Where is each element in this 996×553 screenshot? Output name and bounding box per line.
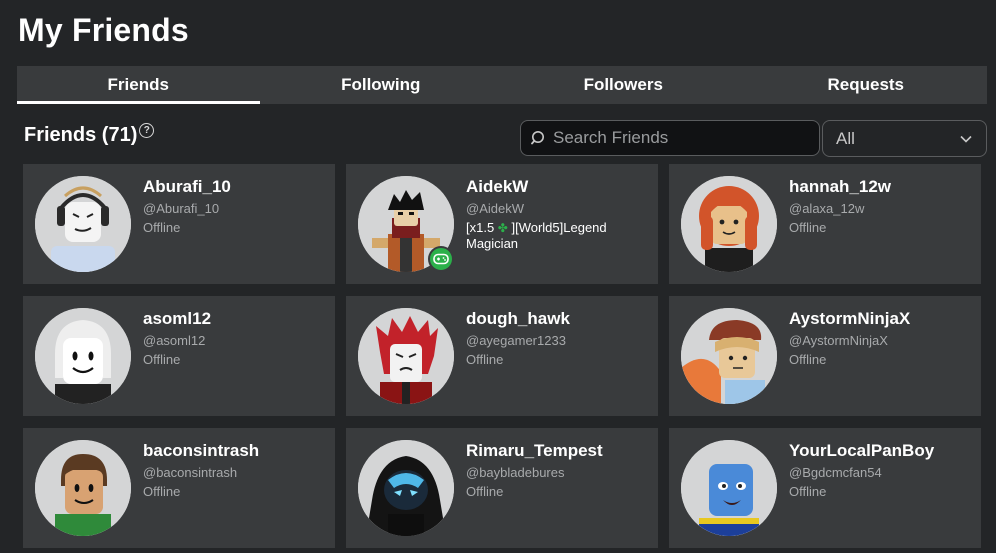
filter-selected: All	[836, 128, 855, 148]
game-status-prefix: [x1.5	[466, 220, 498, 235]
friend-status: Offline	[143, 220, 181, 235]
avatar	[35, 176, 131, 272]
friend-name[interactable]: YourLocalPanBoy	[789, 441, 934, 461]
friend-name[interactable]: baconsintrash	[143, 441, 259, 461]
tab-following[interactable]: Following	[260, 66, 503, 104]
avatar	[35, 440, 131, 536]
friend-handle: @Bgdcmcfan54	[789, 465, 882, 480]
friend-handle: @asoml12	[143, 333, 206, 348]
friend-status: Offline	[789, 352, 827, 367]
friend-card[interactable]: YourLocalPanBoy @Bgdcmcfan54 Offline	[669, 428, 981, 548]
avatar	[358, 440, 454, 536]
friend-status: Offline	[789, 220, 827, 235]
gamepad-icon	[433, 253, 449, 265]
friends-tabs: Friends Following Followers Requests	[17, 66, 987, 104]
friend-handle: @AystormNinjaX	[789, 333, 888, 348]
section-title: Friends (71)	[24, 124, 138, 146]
friend-name[interactable]: AidekW	[466, 177, 528, 197]
friend-card[interactable]: asoml12 @asoml12 Offline	[23, 296, 335, 416]
friend-name[interactable]: AystormNinjaX	[789, 309, 910, 329]
friend-card[interactable]: Rimaru_Tempest @baybladebures Offline	[346, 428, 658, 548]
friend-status: Offline	[143, 484, 181, 499]
tab-friends[interactable]: Friends	[17, 66, 260, 104]
friend-status: Offline	[143, 352, 181, 367]
avatar	[681, 308, 777, 404]
friend-card[interactable]: AidekW @AidekW [x1.5 ✤ ][World5]Legend M…	[346, 164, 658, 284]
friend-handle: @Aburafi_10	[143, 201, 220, 216]
tab-followers[interactable]: Followers	[502, 66, 745, 104]
avatar	[358, 308, 454, 404]
avatar	[681, 176, 777, 272]
avatar	[681, 440, 777, 536]
search-input[interactable]	[553, 128, 803, 148]
filter-dropdown[interactable]: All	[822, 120, 987, 157]
friend-card[interactable]: dough_hawk @ayegamer1233 Offline	[346, 296, 658, 416]
friend-name[interactable]: hannah_12w	[789, 177, 891, 197]
friend-handle: @ayegamer1233	[466, 333, 566, 348]
avatar	[35, 308, 131, 404]
friend-status: Offline	[466, 352, 504, 367]
friend-name[interactable]: dough_hawk	[466, 309, 570, 329]
chevron-down-icon	[960, 135, 972, 143]
search-box[interactable]	[520, 120, 820, 156]
friend-handle: @AidekW	[466, 201, 524, 216]
friend-name[interactable]: Rimaru_Tempest	[466, 441, 603, 461]
tab-requests[interactable]: Requests	[745, 66, 988, 104]
friend-name[interactable]: asoml12	[143, 309, 211, 329]
friend-card[interactable]: hannah_12w @alaxa_12w Offline	[669, 164, 981, 284]
friend-card[interactable]: Aburafi_10 @Aburafi_10 Offline	[23, 164, 335, 284]
friend-card[interactable]: AystormNinjaX @AystormNinjaX Offline	[669, 296, 981, 416]
friend-handle: @baybladebures	[466, 465, 565, 480]
section-header: Friends (71) ?	[24, 123, 155, 147]
question-circle-icon[interactable]: ?	[139, 123, 155, 138]
friend-status: Offline	[466, 484, 504, 499]
friend-name[interactable]: Aburafi_10	[143, 177, 231, 197]
search-icon	[531, 131, 544, 145]
friend-status: Offline	[789, 484, 827, 499]
friend-card[interactable]: baconsintrash @baconsintrash Offline	[23, 428, 335, 548]
in-game-badge	[428, 246, 454, 272]
friend-handle: @baconsintrash	[143, 465, 238, 480]
page-title: My Friends	[18, 12, 189, 48]
friend-handle: @alaxa_12w	[789, 201, 865, 216]
friend-game-status[interactable]: [x1.5 ✤ ][World5]Legend Magician	[466, 220, 646, 251]
clover-icon: ✤	[497, 221, 508, 235]
